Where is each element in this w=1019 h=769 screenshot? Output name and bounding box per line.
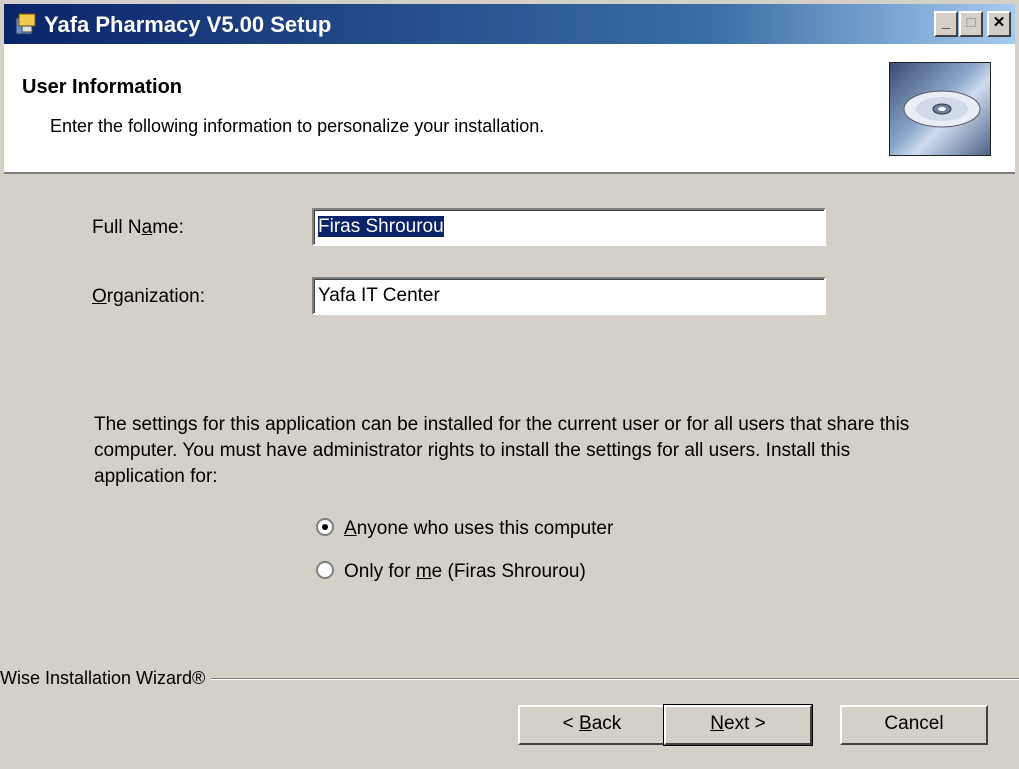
full-name-value: Firas Shrourou [318,216,444,237]
minimize-button[interactable]: _ [934,11,958,37]
organization-input[interactable]: Yafa IT Center [312,277,826,315]
radio-only-me[interactable]: Only for me (Firas Shrourou) [316,561,586,587]
page-title: User Information [22,76,183,98]
cd-disc-icon [889,62,991,156]
title-bar[interactable]: Yafa Pharmacy V5.00 Setup _ □ ✕ [4,4,1015,44]
window-title: Yafa Pharmacy V5.00 Setup [44,12,332,37]
close-button[interactable]: ✕ [987,11,1011,37]
page-subtitle: Enter the following information to perso… [50,116,545,136]
cancel-button[interactable]: Cancel [840,705,988,745]
full-name-input[interactable]: Firas Shrourou [312,208,826,246]
install-scope-description: The settings for this application can be… [94,414,910,487]
header-panel: User Information Enter the following inf… [4,44,1015,174]
next-button[interactable]: Next > [663,704,813,746]
organization-value: Yafa IT Center [318,285,440,306]
radio-button-selected[interactable] [316,518,334,536]
organization-label: Organization: [92,286,206,307]
back-button[interactable]: < Back [518,705,666,745]
radio-anyone[interactable]: Anyone who uses this computer [316,518,613,544]
wise-branding: Wise Installation Wizard® [0,668,212,689]
setup-app-icon [15,13,36,35]
full-name-label: Full Name: [92,217,184,238]
maximize-button[interactable]: □ [959,11,983,37]
setup-window: Yafa Pharmacy V5.00 Setup _ □ ✕ User Inf… [0,0,1019,769]
footer-separator: Wise Installation Wizard® [0,668,1019,689]
radio-button-unselected[interactable] [316,561,334,579]
